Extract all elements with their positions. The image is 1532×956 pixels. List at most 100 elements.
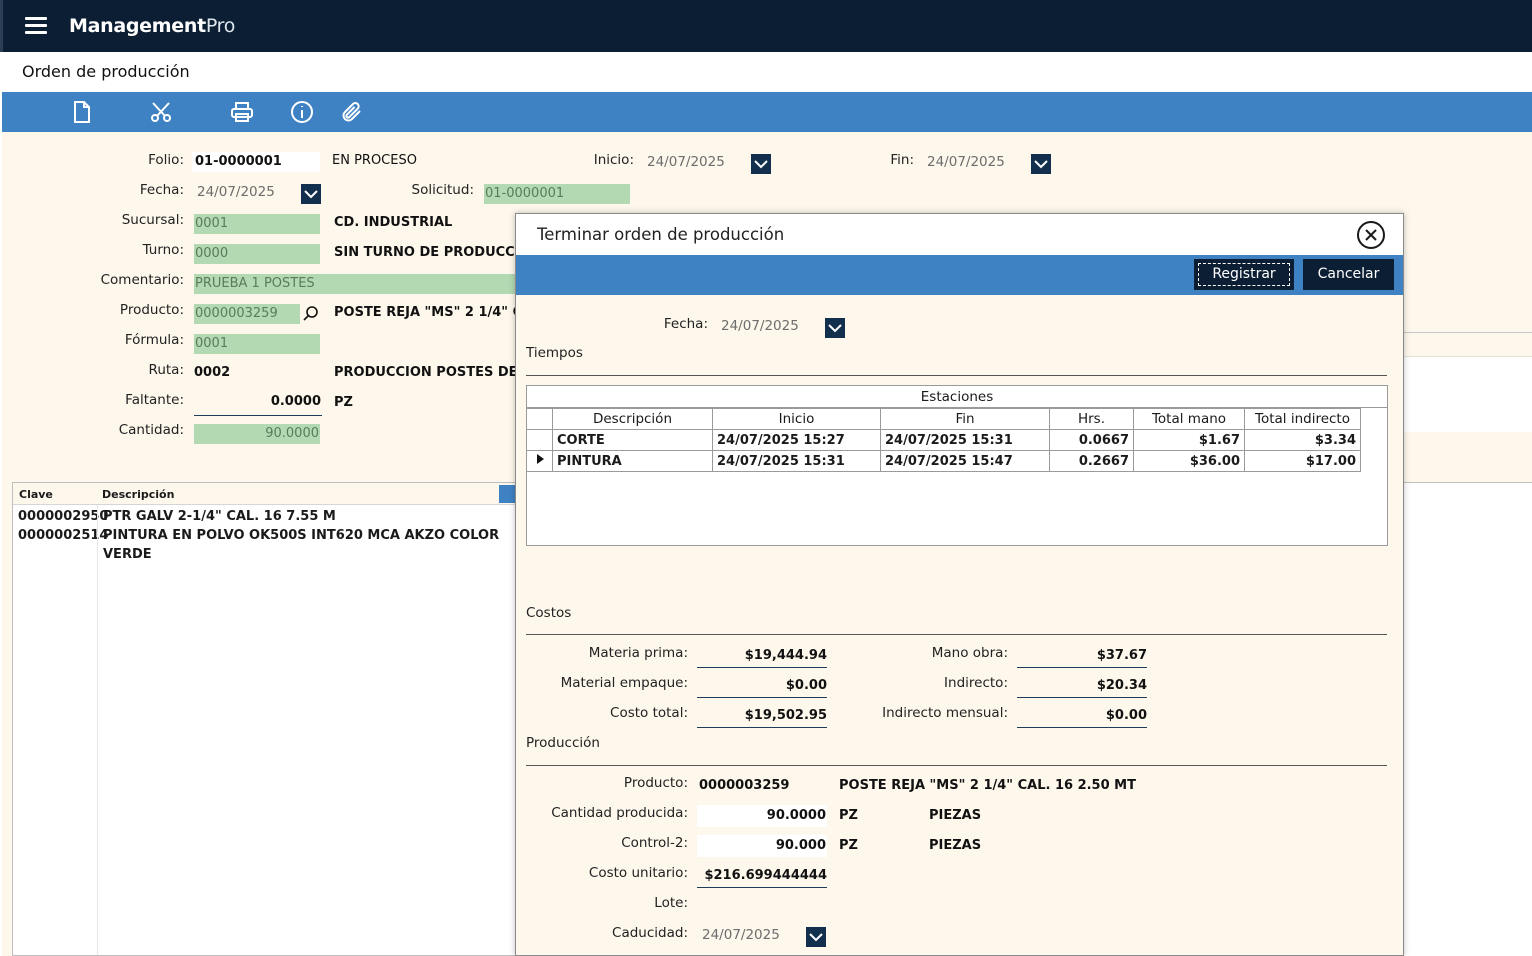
cantidad-unit: PZ [839, 808, 858, 823]
lote-label: Lote: [654, 895, 688, 911]
table-row[interactable]: PINTURA 24/07/2025 15:31 24/07/2025 15:4… [526, 450, 1361, 472]
cell-descripcion: PTR GALV 2-1/4" CAL. 16 7.55 M [103, 509, 336, 524]
materials-grid: Clave Descripción 0000002950 PTR GALV 2-… [12, 482, 517, 956]
column-header-fin[interactable]: Fin [880, 408, 1050, 430]
indirecto-mensual-value: $0.00 [1017, 706, 1147, 728]
cantidad-producida-label: Cantidad producida: [551, 805, 688, 821]
inicio-dropdown-icon[interactable] [751, 154, 771, 174]
cell-hrs: 0.0667 [1049, 429, 1134, 451]
column-header-descripcion[interactable]: Descripción [102, 488, 174, 501]
row-selector[interactable] [526, 429, 553, 451]
fecha-label: Fecha: [139, 182, 184, 198]
materia-prima-value: $19,444.94 [697, 646, 827, 668]
cantidad-label: Cantidad: [118, 422, 184, 438]
cantidad-producida-field[interactable]: 90.0000 [697, 805, 827, 827]
column-header-total-mano[interactable]: Total mano [1133, 408, 1245, 430]
close-icon[interactable] [1357, 221, 1385, 249]
inicio-label: Inicio: [593, 152, 634, 168]
material-empaque-label: Material empaque: [560, 675, 688, 691]
caducidad-dropdown-icon[interactable] [806, 927, 826, 947]
cell-inicio: 24/07/2025 15:31 [712, 450, 881, 472]
cell-total-indirecto: $17.00 [1244, 450, 1361, 472]
prod-producto-name: POSTE REJA "MS" 2 1/4" CAL. 16 2.50 MT [839, 778, 1136, 793]
cell-total-mano: $36.00 [1133, 450, 1245, 472]
ruta-value: 0002 [194, 365, 231, 380]
column-header-inicio[interactable]: Inicio [712, 408, 881, 430]
inicio-date[interactable]: 24/07/2025 [647, 154, 725, 170]
formula-field: 0001 [194, 334, 320, 354]
row-selector-header [526, 408, 553, 430]
row-selector-arrow-icon[interactable] [526, 450, 553, 472]
finish-order-dialog: Terminar orden de producción Registrar C… [515, 213, 1404, 956]
column-header-descripcion[interactable]: Descripción [552, 408, 713, 430]
fecha-dropdown-icon[interactable] [301, 184, 321, 204]
cell-fin: 24/07/2025 15:47 [880, 450, 1050, 472]
new-document-icon[interactable] [70, 100, 94, 124]
cancel-icon[interactable] [149, 100, 173, 124]
costos-section-title: Costos [526, 605, 572, 621]
turno-label: Turno: [142, 242, 184, 258]
sucursal-field: 0001 [194, 214, 320, 234]
solicitud-label: Solicitud: [411, 182, 474, 198]
column-header-total-indirecto[interactable]: Total indirecto [1244, 408, 1361, 430]
fecha-date[interactable]: 24/07/2025 [197, 184, 275, 200]
table-row[interactable]: CORTE 24/07/2025 15:27 24/07/2025 15:31 … [526, 429, 1361, 451]
control2-label: Control-2: [621, 835, 688, 851]
control2-field[interactable]: 90.000 [697, 835, 827, 857]
materia-prima-label: Materia prima: [588, 645, 688, 661]
print-icon[interactable] [230, 100, 254, 124]
search-icon[interactable] [302, 305, 320, 323]
info-icon[interactable] [290, 100, 314, 124]
cell-inicio: 24/07/2025 15:27 [712, 429, 881, 451]
producto-label: Producto: [119, 302, 184, 318]
comentario-field[interactable]: PRUEBA 1 POSTES [194, 274, 516, 294]
prod-producto-value: 0000003259 [699, 778, 790, 793]
dialog-title: Terminar orden de producción [537, 225, 785, 244]
costo-total-label: Costo total: [610, 705, 688, 721]
estaciones-panel: Estaciones Descripción Inicio Fin Hrs. T… [526, 385, 1388, 546]
attach-icon[interactable] [340, 100, 364, 124]
register-button[interactable]: Registrar [1194, 259, 1294, 290]
caducidad-label: Caducidad: [612, 925, 688, 941]
dialog-fecha-dropdown-icon[interactable] [825, 318, 845, 338]
column-header-clave[interactable]: Clave [19, 488, 53, 501]
costo-unitario-label: Costo unitario: [588, 865, 688, 881]
solicitud-field: 01-0000001 [484, 184, 630, 204]
hamburger-menu-icon[interactable] [25, 17, 47, 35]
material-empaque-value: $0.00 [697, 676, 827, 698]
ruta-name: PRODUCCION POSTES DE REJ [334, 365, 516, 380]
prod-producto-label: Producto: [623, 775, 688, 791]
fin-label: Fin: [890, 152, 914, 168]
section-divider [526, 765, 1387, 766]
caducidad-date[interactable]: 24/07/2025 [702, 927, 780, 943]
cell-descripcion: PINTURA EN POLVO OK500S INT620 MCA AKZO … [103, 528, 500, 562]
column-header-hrs[interactable]: Hrs. [1049, 408, 1134, 430]
sucursal-label: Sucursal: [121, 212, 184, 228]
cell-clave: 0000002950 [18, 509, 109, 524]
page-title: Orden de producción [22, 62, 190, 81]
fin-date[interactable]: 24/07/2025 [927, 154, 1005, 170]
toolbar [2, 92, 1532, 132]
fin-dropdown-icon[interactable] [1031, 154, 1051, 174]
folio-label: Folio: [148, 152, 184, 168]
table-row[interactable]: 0000002950 PTR GALV 2-1/4" CAL. 16 7.55 … [13, 507, 513, 526]
cantidad-field: 90.0000 [194, 424, 320, 444]
costo-total-value: $19,502.95 [697, 706, 827, 728]
cell-clave: 0000002514 [18, 528, 109, 543]
producto-name: POSTE REJA "MS" 2 1/4" CAL [334, 305, 516, 320]
control2-unit-name: PIEZAS [929, 838, 982, 853]
indirecto-mensual-label: Indirecto mensual: [882, 705, 1008, 721]
faltante-unit: PZ [334, 395, 353, 410]
turno-name: SIN TURNO DE PRODUCCION [334, 245, 516, 260]
cancel-button[interactable]: Cancelar [1303, 259, 1394, 290]
section-divider [526, 375, 1387, 376]
control2-unit: PZ [839, 838, 858, 853]
cantidad-unit-name: PIEZAS [929, 808, 982, 823]
sucursal-name: CD. INDUSTRIAL [334, 215, 453, 230]
background-strip [1404, 342, 1532, 357]
dialog-fecha-label: Fecha: [663, 316, 708, 332]
folio-field[interactable]: 01-0000001 [192, 152, 320, 172]
faltante-label: Faltante: [125, 392, 184, 408]
table-row[interactable]: 0000002514 PINTURA EN POLVO OK500S INT62… [13, 526, 513, 562]
dialog-fecha-date[interactable]: 24/07/2025 [721, 318, 799, 334]
